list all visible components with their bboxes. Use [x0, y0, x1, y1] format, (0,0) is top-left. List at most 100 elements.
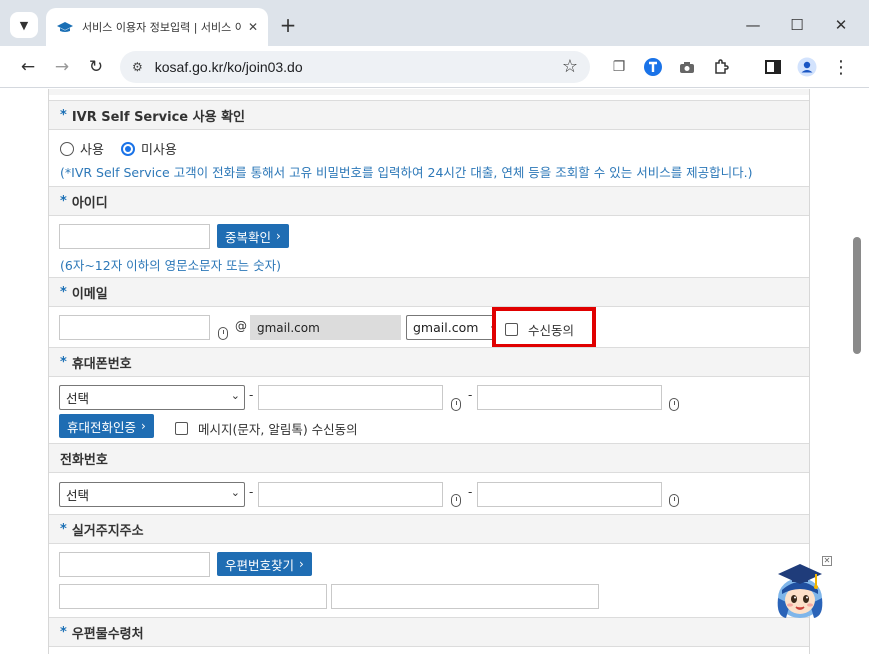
address-bar[interactable]: ⚙ kosaf.go.kr/ko/join03.do ☆ [120, 51, 590, 83]
email-domain-select[interactable]: gmail.com ⌄ [406, 315, 498, 340]
browser-tab-bar: ▼ 서비스 이용자 정보입력 | 서비스 이용 ✕ + — ☐ ✕ [0, 0, 869, 46]
duplicate-check-label: 중복확인 [225, 229, 272, 245]
tab-close-icon[interactable]: ✕ [248, 20, 258, 34]
radio-checked-icon [121, 141, 135, 156]
chevron-down-icon: ▼ [19, 18, 29, 32]
duplicate-check-button[interactable]: 중복확인 › [217, 224, 289, 248]
dash-separator: - [468, 485, 473, 499]
mobile-prefix-value: 선택 [66, 391, 90, 406]
reload-button[interactable]: ↻ [82, 54, 110, 80]
profile-avatar-icon[interactable] [797, 57, 817, 77]
phone-label: 전화번호 [60, 452, 108, 468]
address-label: 실거주지주소 [71, 523, 144, 539]
email-local-input[interactable] [59, 315, 210, 340]
page-scrollbar[interactable] [852, 89, 869, 654]
mobile-middle-input[interactable] [258, 385, 443, 410]
required-mark: * [60, 107, 67, 123]
userid-note: (6자~12자 이하의 영문소문자 또는 숫자) [60, 258, 281, 273]
graduation-cap-icon [56, 20, 74, 34]
ivr-option-use-label: 사용 [80, 143, 104, 158]
dash-separator: - [468, 388, 473, 402]
radio-unchecked-icon [60, 141, 74, 156]
required-mark: * [60, 284, 67, 300]
zip-search-label: 우편번호찾기 [225, 557, 295, 573]
ivr-note: (*IVR Self Service 고객이 전화를 통해서 고유 비밀번호를 … [60, 165, 753, 180]
email-at-sign: @ [235, 319, 247, 333]
copy-icon[interactable]: ❐ [609, 57, 629, 77]
mouse-icon [218, 327, 228, 340]
userid-label: 아이디 [71, 195, 108, 211]
message-consent-label: 메시지(문자, 알림톡) 수신동의 [198, 422, 358, 437]
ivr-radio-use[interactable]: 사용 [60, 139, 104, 158]
mouse-icon [669, 398, 679, 411]
camera-icon[interactable] [677, 57, 697, 77]
phone-prefix-select[interactable]: 선택 ⌄ [59, 482, 245, 507]
minimize-button[interactable]: — [731, 12, 775, 38]
close-window-button[interactable]: ✕ [819, 12, 863, 38]
mobile-section-header: * 휴대폰번호 [49, 347, 809, 377]
mobile-verify-button[interactable]: 휴대전화인증 › [59, 414, 154, 438]
email-domain-select-value: gmail.com [413, 320, 479, 335]
translate-extension-icon[interactable] [643, 57, 663, 77]
zip-search-button[interactable]: 우편번호찾기 › [217, 552, 312, 576]
browser-menu-icon[interactable]: ⋮ [831, 57, 851, 78]
checkbox-icon [505, 323, 518, 336]
bookmark-star-icon[interactable]: ☆ [562, 56, 578, 77]
required-mark: * [60, 354, 67, 370]
chatbot-mascot-icon[interactable] [772, 560, 828, 620]
message-consent-checkbox[interactable]: 메시지(문자, 알림톡) 수신동의 [175, 419, 358, 438]
chevron-right-icon: › [141, 419, 146, 433]
scrollbar-thumb[interactable] [853, 237, 861, 354]
address-section-header: * 실거주지주소 [49, 514, 809, 544]
mouse-icon [451, 398, 461, 411]
phone-middle-input[interactable] [258, 482, 443, 507]
chevron-right-icon: › [299, 557, 304, 571]
mobile-prefix-select[interactable]: 선택 ⌄ [59, 385, 245, 410]
email-section-header: * 이메일 [49, 277, 809, 307]
browser-toolbar: ← → ↻ ⚙ kosaf.go.kr/ko/join03.do ☆ ❐ ⋮ [0, 46, 869, 88]
url-text: kosaf.go.kr/ko/join03.do [154, 59, 303, 75]
required-mark: * [60, 521, 67, 537]
ivr-option-not-use-label: 미사용 [141, 143, 177, 158]
dash-separator: - [249, 388, 254, 402]
chevron-down-icon: ⌄ [230, 486, 240, 499]
zip-code-input[interactable] [59, 552, 210, 577]
mouse-icon [669, 494, 679, 507]
mobile-label: 휴대폰번호 [71, 356, 132, 372]
mouse-icon [451, 494, 461, 507]
new-tab-button[interactable]: + [276, 12, 300, 38]
address-line1-input[interactable] [59, 584, 327, 609]
address-line2-input[interactable] [331, 584, 599, 609]
extensions-puzzle-icon[interactable] [711, 57, 731, 77]
mobile-last-input[interactable] [477, 385, 662, 410]
side-panel-icon[interactable] [763, 57, 783, 77]
required-mark: * [60, 193, 67, 209]
phone-prefix-value: 선택 [66, 488, 90, 503]
page-content: * IVR Self Service 사용 확인 사용 미사용 (*IVR Se… [0, 89, 869, 654]
email-label: 이메일 [71, 286, 108, 302]
ivr-section-header: * IVR Self Service 사용 확인 [49, 100, 809, 130]
tab-title: 서비스 이용자 정보입력 | 서비스 이용 [82, 21, 242, 34]
chevron-down-icon: ⌄ [230, 389, 240, 402]
tab-search-button[interactable]: ▼ [10, 12, 38, 38]
ivr-radio-not-use[interactable]: 미사용 [121, 139, 177, 158]
userid-section-header: * 아이디 [49, 186, 809, 216]
email-consent-checkbox[interactable]: 수신동의 [505, 320, 574, 339]
required-mark: * [60, 624, 67, 640]
phone-last-input[interactable] [477, 482, 662, 507]
phone-section-header: 전화번호 [49, 443, 809, 473]
signup-form: * IVR Self Service 사용 확인 사용 미사용 (*IVR Se… [48, 89, 810, 654]
dash-separator: - [249, 485, 254, 499]
browser-tab[interactable]: 서비스 이용자 정보입력 | 서비스 이용 ✕ [46, 8, 268, 46]
forward-button[interactable]: → [48, 54, 76, 80]
maximize-button[interactable]: ☐ [775, 12, 819, 38]
email-consent-label: 수신동의 [528, 323, 575, 338]
userid-input[interactable] [59, 224, 210, 249]
email-domain-input[interactable]: gmail.com [250, 315, 401, 340]
mail-recipient-label: 우편물수령처 [71, 626, 144, 642]
mobile-verify-label: 휴대전화인증 [67, 419, 137, 435]
back-button[interactable]: ← [14, 54, 42, 80]
checkbox-icon [175, 422, 188, 435]
site-info-icon[interactable]: ⚙ [132, 60, 143, 74]
chevron-right-icon: › [276, 229, 281, 243]
